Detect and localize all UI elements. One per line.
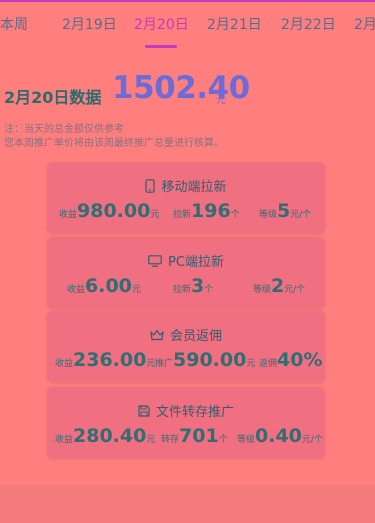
card-pc-referral: PC端拉新 收益6.00元 拉新3个 等级2元/个 — [47, 237, 325, 308]
stat-earnings: 收益980.00元 — [59, 200, 160, 222]
tab-feb-21[interactable]: 2月21日 — [207, 14, 262, 34]
card-member-commission: 会员返佣 收益236.00元 推广590.00元 返佣40% — [47, 311, 325, 382]
crown-icon — [150, 329, 164, 345]
stat-level: 等级5元/个 — [259, 200, 312, 222]
stat-new-users: 拉新3个 — [173, 275, 214, 297]
date-tab-bar: 本周 2月19日 2月20日 2月21日 2月22日 2月 — [0, 0, 375, 50]
desktop-monitor-icon — [148, 254, 162, 271]
stat-transfers: 转存701个 — [161, 425, 228, 447]
card-file-transfer-promo: 文件转存推广 收益280.40元 转存701个 等级0.40元/个 — [47, 387, 325, 458]
bottom-area — [0, 485, 375, 523]
note-line-2: 您本周推广单价将由该周最终推广总量进行核算。 — [4, 138, 224, 149]
tab-feb-partial[interactable]: 2月 — [354, 14, 375, 34]
card-title: 文件转存推广 — [155, 405, 234, 420]
disclaimer-note: 注：当天的总金额仅供参考 您本周推广单价将由该周最终推广总量进行核算。 — [4, 123, 224, 151]
tab-feb-19[interactable]: 2月19日 — [62, 14, 117, 34]
tab-this-week[interactable]: 本周 — [0, 14, 28, 34]
tab-feb-20[interactable]: 2月20日 — [134, 14, 189, 34]
summary-date-title: 2月20日数据 — [4, 88, 102, 107]
mobile-phone-icon — [145, 178, 156, 197]
stat-level: 等级2元/个 — [253, 275, 306, 297]
stat-commission-rate: 返佣40% — [259, 349, 323, 371]
card-title: 会员返佣 — [169, 329, 222, 344]
card-title: PC端拉新 — [168, 255, 224, 270]
save-file-icon — [138, 404, 150, 421]
stat-promotion: 推广590.00元 — [155, 349, 256, 371]
stat-earnings: 收益280.40元 — [55, 425, 156, 447]
card-mobile-referral: 移动端拉新 收益980.00元 拉新196个 等级5元/个 — [47, 162, 325, 233]
tab-feb-22[interactable]: 2月22日 — [281, 14, 336, 34]
card-title: 移动端拉新 — [161, 180, 227, 195]
stat-earnings: 收益236.00元 — [55, 349, 156, 371]
active-tab-indicator — [145, 45, 177, 48]
stat-level: 等级0.40元/个 — [237, 425, 323, 447]
stat-earnings: 收益6.00元 — [67, 275, 141, 297]
stat-new-users: 拉新196个 — [173, 200, 240, 222]
note-line-1: 注：当天的总金额仅供参考 — [4, 124, 124, 135]
summary-total-unit: 元 — [216, 95, 226, 106]
summary-total-amount: 1502.40 — [112, 70, 250, 106]
